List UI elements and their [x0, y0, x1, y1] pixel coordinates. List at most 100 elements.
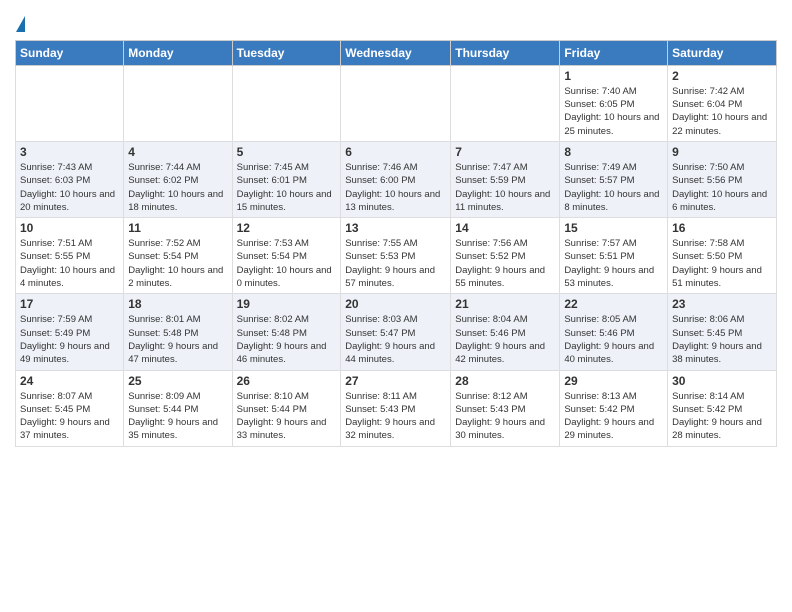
calendar-cell: 3 Sunrise: 7:43 AMSunset: 6:03 PMDaylight…	[16, 141, 124, 217]
day-info: Sunrise: 7:56 AMSunset: 5:52 PMDaylight:…	[455, 237, 555, 290]
day-info: Sunrise: 7:45 AMSunset: 6:01 PMDaylight:…	[237, 161, 337, 214]
day-info: Sunrise: 7:59 AMSunset: 5:49 PMDaylight:…	[20, 313, 119, 366]
calendar-week-5: 24 Sunrise: 8:07 AMSunset: 5:45 PMDayligh…	[16, 370, 777, 446]
day-info: Sunrise: 8:01 AMSunset: 5:48 PMDaylight:…	[128, 313, 227, 366]
day-info: Sunrise: 7:47 AMSunset: 5:59 PMDaylight:…	[455, 161, 555, 214]
day-info: Sunrise: 8:10 AMSunset: 5:44 PMDaylight:…	[237, 390, 337, 443]
day-number: 23	[672, 297, 772, 311]
calendar-cell: 19 Sunrise: 8:02 AMSunset: 5:48 PMDayligh…	[232, 294, 341, 370]
day-number: 3	[20, 145, 119, 159]
day-number: 12	[237, 221, 337, 235]
day-number: 5	[237, 145, 337, 159]
calendar-week-1: 1Sunrise: 7:40 AMSunset: 6:05 PMDaylight…	[16, 65, 777, 141]
calendar-cell: 18 Sunrise: 8:01 AMSunset: 5:48 PMDayligh…	[124, 294, 232, 370]
day-number: 1	[564, 69, 663, 83]
calendar-cell: 1Sunrise: 7:40 AMSunset: 6:05 PMDaylight…	[560, 65, 668, 141]
calendar-cell: 4Sunrise: 7:44 AMSunset: 6:02 PMDaylight…	[124, 141, 232, 217]
day-number: 8	[564, 145, 663, 159]
day-number: 21	[455, 297, 555, 311]
calendar-cell: 7 Sunrise: 7:47 AMSunset: 5:59 PMDaylight…	[451, 141, 560, 217]
calendar-cell: 15 Sunrise: 7:57 AMSunset: 5:51 PMDayligh…	[560, 218, 668, 294]
day-info: Sunrise: 8:07 AMSunset: 5:45 PMDaylight:…	[20, 390, 119, 443]
calendar-cell: 6 Sunrise: 7:46 AMSunset: 6:00 PMDaylight…	[341, 141, 451, 217]
calendar-header-row: SundayMondayTuesdayWednesdayThursdayFrid…	[16, 40, 777, 65]
day-info: Sunrise: 8:02 AMSunset: 5:48 PMDaylight:…	[237, 313, 337, 366]
calendar-cell: 16 Sunrise: 7:58 AMSunset: 5:50 PMDayligh…	[668, 218, 777, 294]
day-number: 10	[20, 221, 119, 235]
day-number: 7	[455, 145, 555, 159]
calendar-cell: 24 Sunrise: 8:07 AMSunset: 5:45 PMDayligh…	[16, 370, 124, 446]
calendar-cell: 12 Sunrise: 7:53 AMSunset: 5:54 PMDayligh…	[232, 218, 341, 294]
day-number: 9	[672, 145, 772, 159]
day-number: 6	[345, 145, 446, 159]
day-number: 30	[672, 374, 772, 388]
day-info: Sunrise: 7:43 AMSunset: 6:03 PMDaylight:…	[20, 161, 119, 214]
calendar-cell	[16, 65, 124, 141]
day-info: Sunrise: 7:46 AMSunset: 6:00 PMDaylight:…	[345, 161, 446, 214]
calendar-cell: 23Sunrise: 8:06 AMSunset: 5:45 PMDayligh…	[668, 294, 777, 370]
day-info: Sunrise: 8:11 AMSunset: 5:43 PMDaylight:…	[345, 390, 446, 443]
day-number: 20	[345, 297, 446, 311]
column-header-thursday: Thursday	[451, 40, 560, 65]
day-info: Sunrise: 7:53 AMSunset: 5:54 PMDaylight:…	[237, 237, 337, 290]
column-header-wednesday: Wednesday	[341, 40, 451, 65]
calendar-cell: 28Sunrise: 8:12 AMSunset: 5:43 PMDayligh…	[451, 370, 560, 446]
day-info: Sunrise: 7:57 AMSunset: 5:51 PMDaylight:…	[564, 237, 663, 290]
calendar-week-4: 17 Sunrise: 7:59 AMSunset: 5:49 PMDayligh…	[16, 294, 777, 370]
day-info: Sunrise: 8:09 AMSunset: 5:44 PMDaylight:…	[128, 390, 227, 443]
calendar-cell: 14 Sunrise: 7:56 AMSunset: 5:52 PMDayligh…	[451, 218, 560, 294]
calendar-cell: 21 Sunrise: 8:04 AMSunset: 5:46 PMDayligh…	[451, 294, 560, 370]
day-number: 18	[128, 297, 227, 311]
calendar-table: SundayMondayTuesdayWednesdayThursdayFrid…	[15, 40, 777, 447]
day-info: Sunrise: 7:58 AMSunset: 5:50 PMDaylight:…	[672, 237, 772, 290]
calendar-cell: 5 Sunrise: 7:45 AMSunset: 6:01 PMDaylight…	[232, 141, 341, 217]
day-info: Sunrise: 8:14 AMSunset: 5:42 PMDaylight:…	[672, 390, 772, 443]
calendar-cell: 27 Sunrise: 8:11 AMSunset: 5:43 PMDayligh…	[341, 370, 451, 446]
day-info: Sunrise: 7:44 AMSunset: 6:02 PMDaylight:…	[128, 161, 227, 214]
calendar-cell: 13 Sunrise: 7:55 AMSunset: 5:53 PMDayligh…	[341, 218, 451, 294]
calendar-cell: 29Sunrise: 8:13 AMSunset: 5:42 PMDayligh…	[560, 370, 668, 446]
column-header-tuesday: Tuesday	[232, 40, 341, 65]
column-header-sunday: Sunday	[16, 40, 124, 65]
calendar-cell: 17 Sunrise: 7:59 AMSunset: 5:49 PMDayligh…	[16, 294, 124, 370]
day-info: Sunrise: 8:03 AMSunset: 5:47 PMDaylight:…	[345, 313, 446, 366]
calendar-cell	[341, 65, 451, 141]
day-number: 16	[672, 221, 772, 235]
day-info: Sunrise: 7:49 AMSunset: 5:57 PMDaylight:…	[564, 161, 663, 214]
day-number: 15	[564, 221, 663, 235]
day-info: Sunrise: 8:05 AMSunset: 5:46 PMDaylight:…	[564, 313, 663, 366]
calendar-cell: 25 Sunrise: 8:09 AMSunset: 5:44 PMDayligh…	[124, 370, 232, 446]
calendar-cell: 20 Sunrise: 8:03 AMSunset: 5:47 PMDayligh…	[341, 294, 451, 370]
calendar-cell: 8 Sunrise: 7:49 AMSunset: 5:57 PMDaylight…	[560, 141, 668, 217]
day-info: Sunrise: 8:04 AMSunset: 5:46 PMDaylight:…	[455, 313, 555, 366]
calendar-cell: 9 Sunrise: 7:50 AMSunset: 5:56 PMDaylight…	[668, 141, 777, 217]
page-header	[15, 10, 777, 34]
day-number: 22	[564, 297, 663, 311]
day-number: 13	[345, 221, 446, 235]
calendar-cell: 26 Sunrise: 8:10 AMSunset: 5:44 PMDayligh…	[232, 370, 341, 446]
day-info: Sunrise: 7:52 AMSunset: 5:54 PMDaylight:…	[128, 237, 227, 290]
calendar-cell	[451, 65, 560, 141]
day-number: 14	[455, 221, 555, 235]
day-number: 28	[455, 374, 555, 388]
calendar-cell	[232, 65, 341, 141]
day-number: 24	[20, 374, 119, 388]
day-number: 2	[672, 69, 772, 83]
day-number: 19	[237, 297, 337, 311]
day-number: 25	[128, 374, 227, 388]
day-number: 26	[237, 374, 337, 388]
calendar-cell: 30 Sunrise: 8:14 AMSunset: 5:42 PMDayligh…	[668, 370, 777, 446]
calendar-cell: 2Sunrise: 7:42 AMSunset: 6:04 PMDaylight…	[668, 65, 777, 141]
day-number: 11	[128, 221, 227, 235]
day-number: 27	[345, 374, 446, 388]
calendar-body: 1Sunrise: 7:40 AMSunset: 6:05 PMDaylight…	[16, 65, 777, 446]
day-number: 17	[20, 297, 119, 311]
calendar-cell	[124, 65, 232, 141]
day-info: Sunrise: 7:50 AMSunset: 5:56 PMDaylight:…	[672, 161, 772, 214]
day-number: 29	[564, 374, 663, 388]
calendar-cell: 10Sunrise: 7:51 AMSunset: 5:55 PMDayligh…	[16, 218, 124, 294]
day-info: Sunrise: 7:55 AMSunset: 5:53 PMDaylight:…	[345, 237, 446, 290]
calendar-week-3: 10Sunrise: 7:51 AMSunset: 5:55 PMDayligh…	[16, 218, 777, 294]
column-header-friday: Friday	[560, 40, 668, 65]
calendar-week-2: 3 Sunrise: 7:43 AMSunset: 6:03 PMDaylight…	[16, 141, 777, 217]
